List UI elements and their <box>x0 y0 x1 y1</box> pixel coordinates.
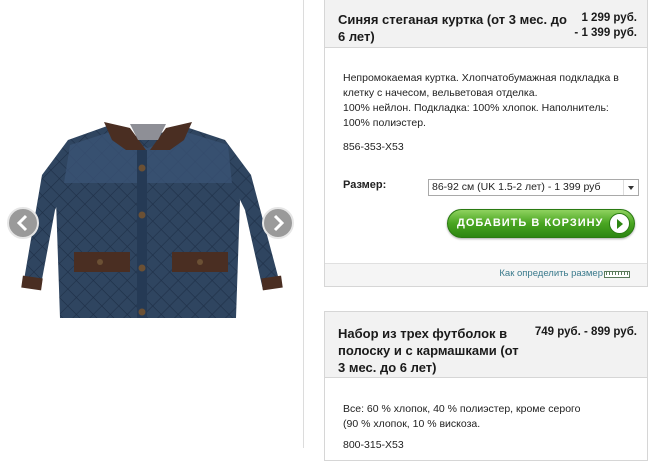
gallery-next-button[interactable] <box>262 207 294 239</box>
price-line: 749 руб. - 899 руб. <box>534 326 637 338</box>
product-price: 749 руб. - 899 руб. <box>535 325 637 340</box>
product-image-jacket <box>21 122 283 318</box>
product-card: Синяя стеганая куртка (от 3 мес. до 6 ле… <box>324 0 648 287</box>
product-title-line: Набор из трех футболок в <box>338 326 508 341</box>
product-title[interactable]: Синяя стеганая куртка (от 3 мес. до 6 ле… <box>338 11 567 45</box>
play-arrow-icon <box>609 213 630 234</box>
column-divider <box>303 0 304 448</box>
description-line: 100% нейлон. Подкладка: 100% хлопок. Нап… <box>343 102 609 114</box>
size-select-value: 86-92 см (UK 1.5-2 лет) - 1 399 руб <box>432 181 601 193</box>
chevron-left-icon <box>16 214 28 232</box>
product-sku: 800-315-X53 <box>343 439 404 451</box>
price-line: - 1 399 руб. <box>574 27 637 39</box>
product-header: Набор из трех футболок в полоску и с кар… <box>325 312 647 378</box>
product-title[interactable]: Набор из трех футболок в полоску и с кар… <box>338 325 519 376</box>
product-title-line: 3 мес. до 6 лет) <box>338 360 437 375</box>
gallery-prev-button[interactable] <box>7 207 39 239</box>
size-select[interactable]: 86-92 см (UK 1.5-2 лет) - 1 399 руб <box>428 179 639 196</box>
product-sku: 856-353-X53 <box>343 141 404 153</box>
product-card: Набор из трех футболок в полоску и с кар… <box>324 311 648 461</box>
price-line: 1 299 руб. <box>581 12 637 24</box>
product-title-line: 6 лет) <box>338 29 375 44</box>
description-line: Непромокаемая куртка. Хлопчатобумажная п… <box>343 72 619 84</box>
product-description: Все: 60 % хлопок, 40 % полиэстер, кроме … <box>343 402 580 432</box>
product-header: Синяя стеганая куртка (от 3 мес. до 6 ле… <box>325 0 647 48</box>
product-description: Непромокаемая куртка. Хлопчатобумажная п… <box>343 71 619 131</box>
chevron-down-icon <box>623 180 638 195</box>
ruler-icon[interactable] <box>604 271 630 278</box>
add-to-cart-button[interactable]: ДОБАВИТЬ В КОРЗИНУ <box>447 209 635 238</box>
product-image-gallery <box>0 0 303 448</box>
description-line: клетку с начесом, вельветовая отделка. <box>343 87 538 99</box>
product-title-line: полоску и с кармашками (от <box>338 343 519 358</box>
description-line: Все: 60 % хлопок, 40 % полиэстер, кроме … <box>343 403 581 415</box>
product-title-line: Синяя стеганая куртка (от 3 мес. до <box>338 12 567 27</box>
description-line: 100% полиэстер. <box>343 117 426 129</box>
description-line: (90 % хлопок, 10 % вискоза. <box>343 418 481 430</box>
add-to-cart-label: ДОБАВИТЬ В КОРЗИНУ <box>457 217 604 229</box>
size-guide-link[interactable]: Как определить размер <box>499 268 603 279</box>
product-price: 1 299 руб. - 1 399 руб. <box>574 11 637 41</box>
card-footer: Как определить размер <box>325 263 647 286</box>
size-label: Размер: <box>343 179 387 191</box>
chevron-right-icon <box>273 214 285 232</box>
